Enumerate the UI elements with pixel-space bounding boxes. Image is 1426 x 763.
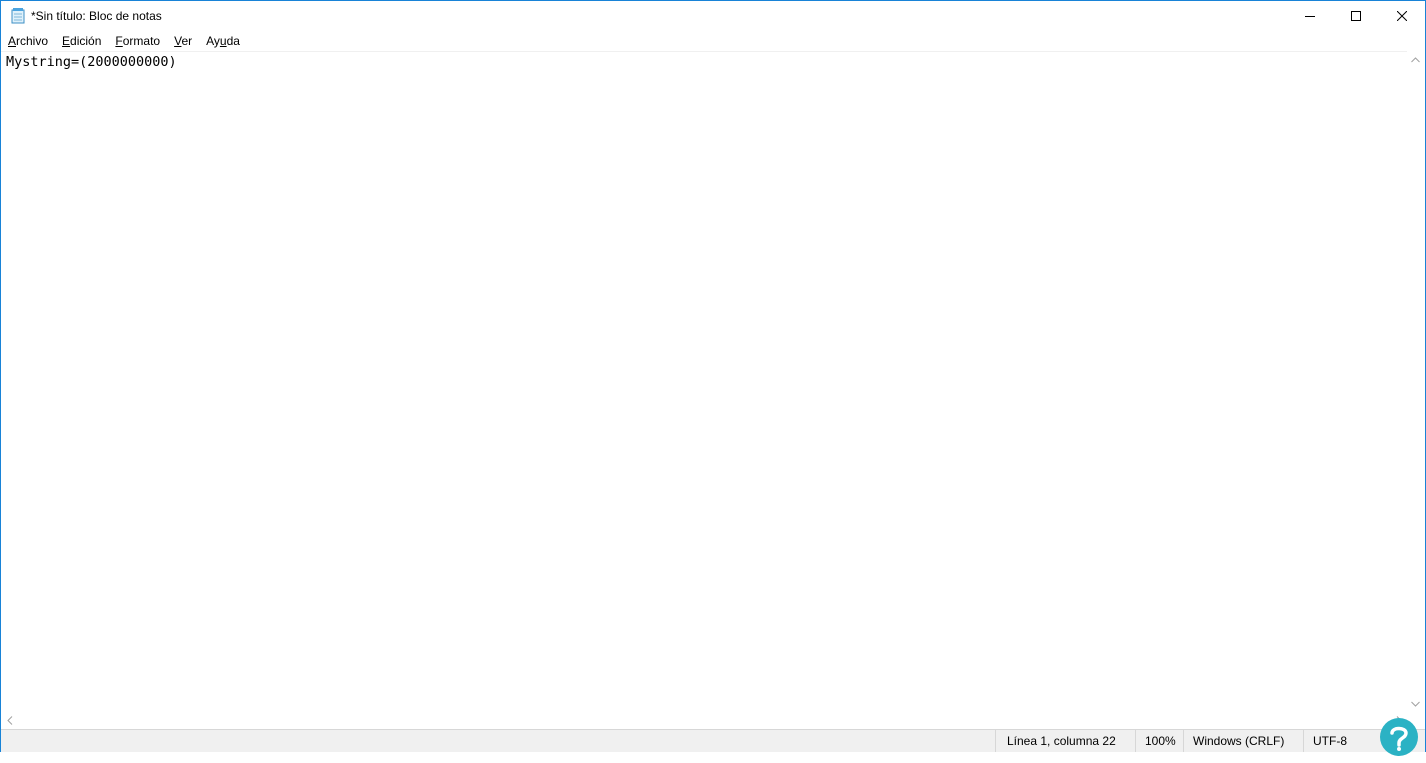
status-zoom: 100% — [1135, 730, 1183, 752]
chevron-down-icon — [1411, 701, 1420, 707]
menu-archivo[interactable]: Archivo — [1, 32, 55, 51]
editor-content[interactable]: Mystring=(2000000000) — [6, 54, 177, 70]
window-title: *Sin título: Bloc de notas — [31, 9, 162, 23]
scroll-down-button[interactable] — [1407, 695, 1424, 712]
horizontal-scrollbar[interactable] — [1, 712, 1407, 729]
notepad-icon[interactable] — [11, 8, 25, 24]
status-bar: Línea 1, columna 22 100% Windows (CRLF) … — [1, 729, 1425, 752]
menu-formato-mnemonic: F — [115, 34, 123, 48]
menu-edicion[interactable]: Edición — [55, 32, 108, 51]
chevron-up-icon — [1411, 56, 1420, 62]
menu-archivo-label: rchivo — [16, 34, 49, 48]
notepad-window: *Sin título: Bloc de notas Archivo Edici… — [0, 0, 1426, 752]
minimize-button[interactable] — [1287, 1, 1333, 31]
maximize-icon — [1351, 11, 1361, 21]
menu-ayuda-pre: Ay — [206, 34, 220, 48]
menu-formato-label: ormato — [122, 34, 161, 48]
status-cursor-position: Línea 1, columna 22 — [995, 730, 1135, 752]
scroll-left-button[interactable] — [1, 712, 18, 729]
chevron-left-icon — [6, 716, 12, 725]
minimize-icon — [1305, 16, 1315, 17]
close-icon — [1397, 11, 1407, 21]
menu-ayuda[interactable]: Ayuda — [199, 32, 247, 51]
menu-bar: Archivo Edición Formato Ver Ayuda — [1, 32, 1425, 51]
menu-ayuda-mnemonic: u — [219, 34, 227, 48]
maximize-button[interactable] — [1333, 1, 1379, 31]
menu-edicion-mnemonic: E — [62, 34, 71, 48]
menu-edicion-label: dición — [70, 34, 102, 48]
text-editor[interactable]: Mystring=(2000000000) — [1, 51, 1407, 713]
scroll-up-button[interactable] — [1407, 51, 1424, 68]
vertical-scrollbar[interactable] — [1407, 51, 1424, 712]
menu-ayuda-label: da — [226, 34, 240, 48]
close-button[interactable] — [1379, 1, 1425, 31]
menu-ver[interactable]: Ver — [167, 32, 199, 51]
title-bar[interactable]: *Sin título: Bloc de notas — [1, 1, 1425, 31]
menu-formato[interactable]: Formato — [108, 32, 167, 51]
status-line-ending: Windows (CRLF) — [1183, 730, 1303, 752]
menu-archivo-mnemonic: A — [8, 34, 17, 48]
menu-ver-label: er — [181, 34, 193, 48]
